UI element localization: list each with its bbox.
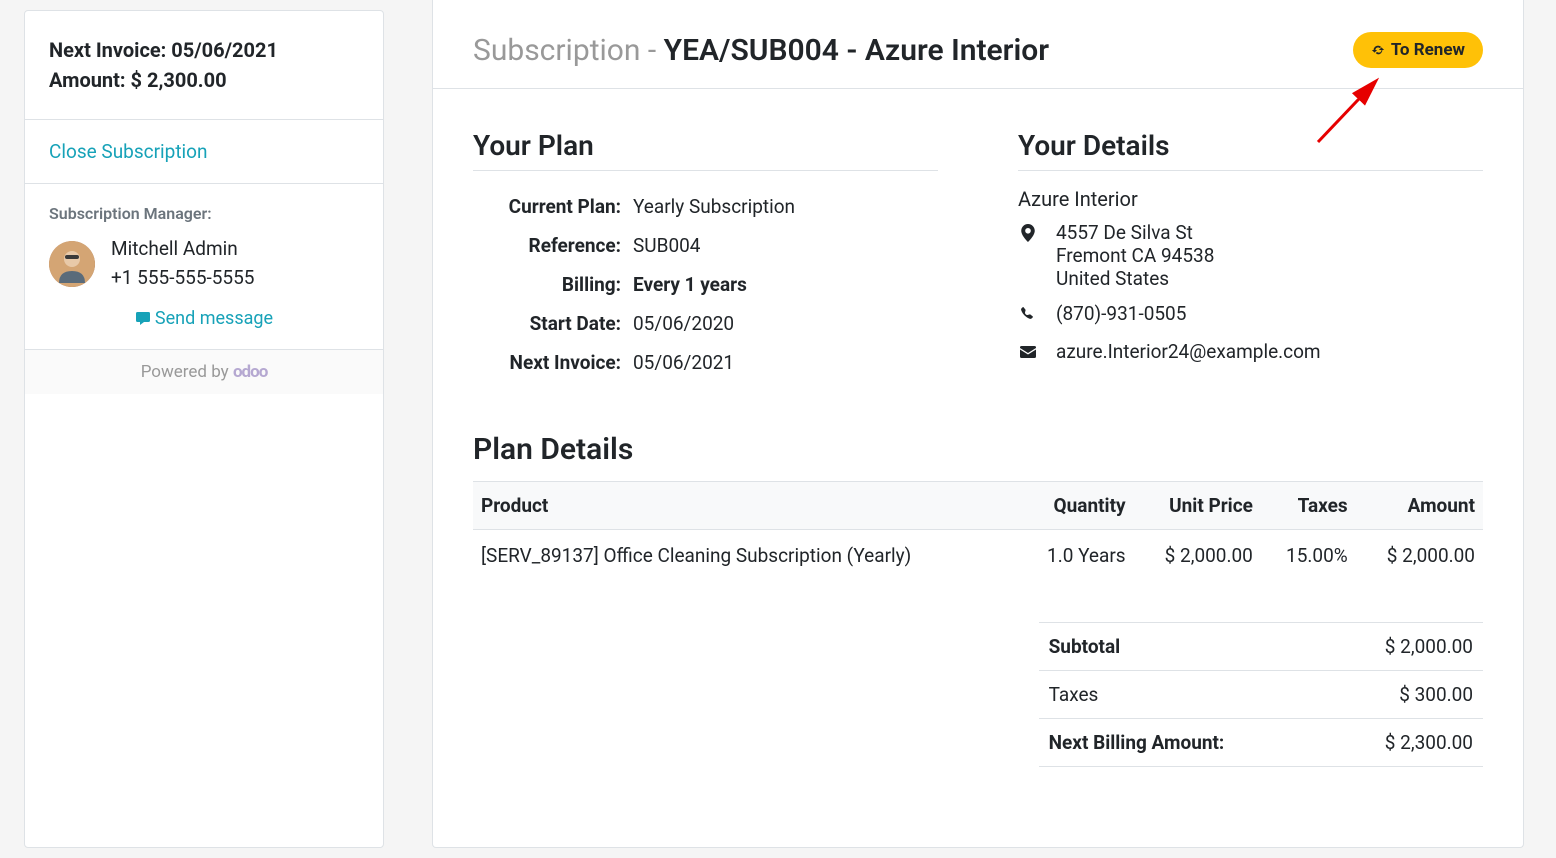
plan-row: Start Date:05/06/2020	[473, 304, 938, 343]
plan-row-value: SUB004	[633, 234, 700, 257]
plan-row-value: Every 1 years	[633, 273, 747, 296]
plan-row-label: Reference:	[473, 234, 633, 257]
refresh-icon	[1371, 43, 1385, 57]
plan-row: Current Plan:Yearly Subscription	[473, 187, 938, 226]
totals-row: Subtotal $ 2,000.00	[1039, 622, 1483, 670]
address: 4557 De Silva St Fremont CA 94538 United…	[1056, 221, 1214, 290]
plan-row-value: Yearly Subscription	[633, 195, 795, 218]
plan-row-label: Next Invoice:	[473, 351, 633, 374]
totals-label: Subtotal	[1049, 635, 1121, 658]
totals-row: Taxes $ 300.00	[1039, 670, 1483, 718]
cell-product: [SERV_89137] Office Cleaning Subscriptio…	[473, 530, 1018, 582]
totals-value: $ 2,000.00	[1385, 635, 1473, 658]
plan-row: Reference:SUB004	[473, 226, 938, 265]
powered-by: Powered by odoo	[25, 349, 383, 394]
col-product: Product	[473, 482, 1018, 530]
plan-row-label: Billing:	[473, 273, 633, 296]
your-details-title: Your Details	[1018, 129, 1483, 171]
phone: (870)-931-0505	[1056, 302, 1186, 325]
col-unit-price: Unit Price	[1134, 482, 1261, 530]
map-marker-icon	[1018, 221, 1038, 247]
plan-details-title: Plan Details	[473, 432, 1483, 467]
plan-row-value: 05/06/2020	[633, 312, 734, 335]
totals-value: $ 2,300.00	[1385, 731, 1473, 754]
plan-row-label: Current Plan:	[473, 195, 633, 218]
amount-value: $ 2,300.00	[131, 68, 227, 92]
manager-phone: +1 555-555-5555	[111, 264, 254, 293]
title-prefix: Subscription -	[473, 33, 664, 68]
renew-badge[interactable]: To Renew	[1353, 32, 1483, 68]
cell-taxes: 15.00%	[1261, 530, 1356, 582]
plan-row: Billing:Every 1 years	[473, 265, 938, 304]
plan-row: Next Invoice:05/06/2021	[473, 343, 938, 382]
send-message-link[interactable]: Send message	[49, 308, 359, 329]
your-plan-title: Your Plan	[473, 129, 938, 171]
col-taxes: Taxes	[1261, 482, 1356, 530]
odoo-logo: odoo	[233, 362, 267, 382]
phone-icon	[1018, 302, 1038, 328]
col-quantity: Quantity	[1018, 482, 1133, 530]
plan-row-value: 05/06/2021	[633, 351, 734, 374]
comment-icon	[135, 311, 151, 327]
next-invoice-label: Next Invoice:	[49, 38, 171, 62]
manager-name: Mitchell Admin	[111, 235, 254, 264]
col-amount: Amount	[1356, 482, 1483, 530]
avatar	[49, 241, 95, 287]
plan-row-label: Start Date:	[473, 312, 633, 335]
cell-amount: $ 2,000.00	[1356, 530, 1483, 582]
plan-details-table: Product Quantity Unit Price Taxes Amount…	[473, 481, 1483, 582]
totals-label: Next Billing Amount:	[1049, 731, 1225, 754]
sidebar-summary: Next Invoice: 05/06/2021 Amount: $ 2,300…	[25, 11, 383, 119]
your-plan-section: Your Plan Current Plan:Yearly Subscripti…	[473, 129, 938, 382]
manager-label: Subscription Manager:	[49, 204, 359, 223]
cell-unit_price: $ 2,000.00	[1134, 530, 1261, 582]
totals-row: Next Billing Amount: $ 2,300.00	[1039, 718, 1483, 767]
amount-label: Amount:	[49, 68, 131, 92]
title-main: YEA/SUB004 - Azure Interior	[664, 33, 1049, 68]
main-panel: Subscription - YEA/SUB004 - Azure Interi…	[432, 0, 1524, 848]
page-title: Subscription - YEA/SUB004 - Azure Interi…	[473, 33, 1049, 68]
totals-label: Taxes	[1049, 683, 1099, 706]
next-invoice-date: 05/06/2021	[171, 38, 278, 62]
table-row: [SERV_89137] Office Cleaning Subscriptio…	[473, 530, 1483, 582]
company-name: Azure Interior	[1018, 187, 1483, 211]
close-subscription-link[interactable]: Close Subscription	[49, 140, 208, 163]
totals: Subtotal $ 2,000.00 Taxes $ 300.00 Next Bill…	[1039, 622, 1483, 767]
cell-quantity: 1.0 Years	[1018, 530, 1133, 582]
your-details-section: Your Details Azure Interior 4557 De Silv…	[1018, 129, 1483, 382]
envelope-icon	[1018, 340, 1038, 366]
totals-value: $ 300.00	[1399, 683, 1473, 706]
sidebar: Next Invoice: 05/06/2021 Amount: $ 2,300…	[24, 10, 384, 848]
email: azure.Interior24@example.com	[1056, 340, 1321, 363]
